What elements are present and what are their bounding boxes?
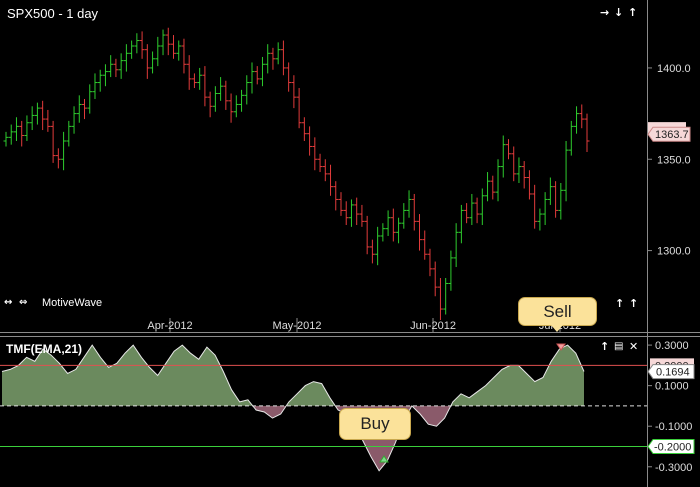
indicator-tick-label: 0.3000	[655, 340, 689, 352]
date-tick-label: May-2012	[273, 320, 322, 332]
price-axis: 1400.0 1350.0 1300.0	[647, 63, 691, 258]
price-tick-label: 1400.0	[657, 63, 691, 75]
move-up-icon[interactable]: ↑	[628, 7, 637, 18]
date-tick-label: Jun-2012	[410, 320, 456, 332]
scroll-left-right-icon[interactable]: ↔	[4, 297, 12, 308]
indicator-value-text: 0.1694	[656, 367, 690, 379]
indicator-tick-label: -0.3000	[655, 462, 692, 474]
price-tick-label: 1350.0	[657, 154, 691, 166]
buy-label: Buy	[360, 414, 390, 433]
move-right-icon[interactable]: →	[600, 7, 609, 18]
scroll-both-icon[interactable]: ⇔	[19, 297, 27, 308]
price-tick-label: 1300.0	[657, 246, 691, 258]
move-down-icon[interactable]: ↓	[614, 7, 623, 18]
indicator-tick-label: 0.1000	[655, 381, 689, 393]
sell-label: Sell	[543, 302, 572, 321]
lower-threshold-text: -0.2000	[654, 441, 691, 453]
indicator-move-up-icon[interactable]: ↑	[600, 341, 609, 352]
indicator-title: TMF(EMA,21)	[6, 342, 82, 356]
indicator-tick-label: -0.1000	[655, 421, 692, 433]
chart-title: SPX500 - 1 day	[7, 6, 99, 21]
watermark-label: MotiveWave	[42, 297, 103, 309]
price-panel[interactable]	[0, 0, 647, 332]
sell-callout-tail	[551, 325, 564, 332]
current-price-tag: 1363.7	[647, 122, 691, 142]
buy-callout[interactable]: Buy	[339, 408, 411, 440]
scroll-up-fast-icon[interactable]: ↑	[629, 298, 638, 309]
indicator-close-icon[interactable]: ✕	[629, 341, 638, 352]
indicator-settings-icon[interactable]: ▤	[614, 341, 623, 352]
sell-callout[interactable]: Sell	[518, 297, 597, 332]
scroll-up-icon[interactable]: ↑	[615, 298, 624, 309]
indicator-axis: 0.30000.1000-0.1000-0.30000.20000.1694-0…	[647, 340, 695, 474]
current-price-text: 1363.7	[655, 129, 689, 141]
date-tick-label: Apr-2012	[147, 320, 192, 332]
